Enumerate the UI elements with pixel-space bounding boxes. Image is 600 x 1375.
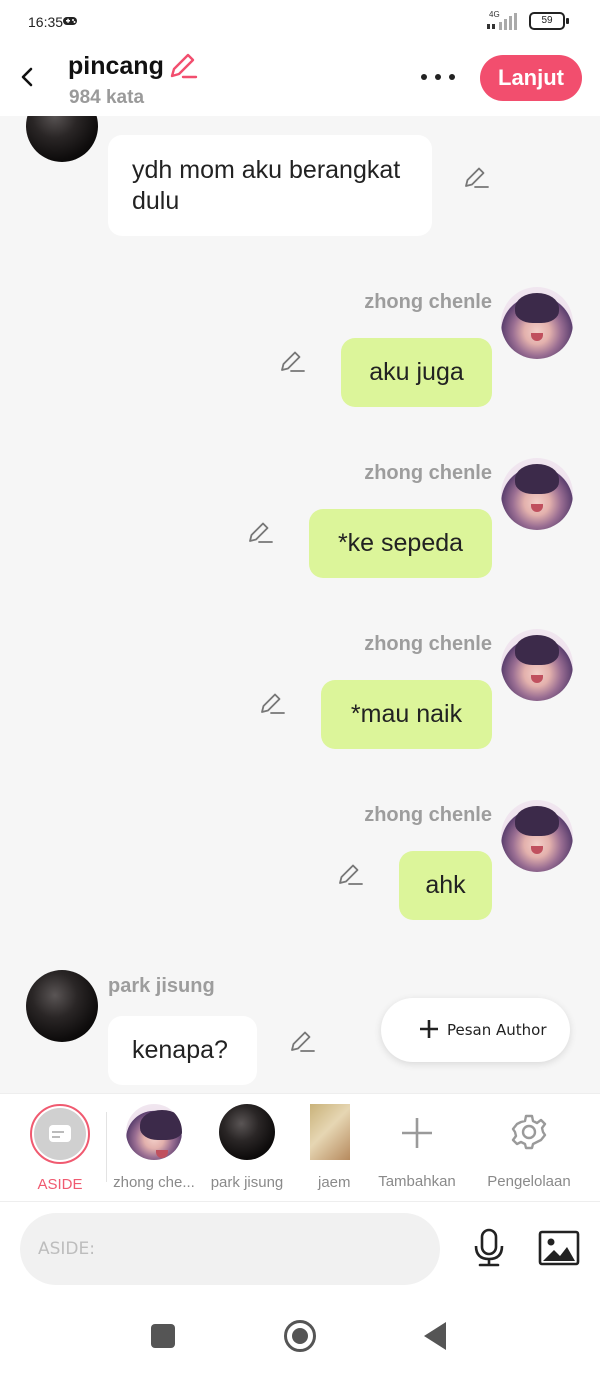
edit-message-pencil-icon[interactable] <box>337 861 363 887</box>
avatar-zhong-chenle[interactable] <box>501 629 573 701</box>
character-park-jisung[interactable]: park jisung <box>204 1104 290 1196</box>
character-avatar <box>219 1104 275 1160</box>
author-message-button[interactable]: Pesan Author <box>381 998 570 1062</box>
avatar-zhong-chenle[interactable] <box>501 800 573 872</box>
gamepad-icon <box>63 17 77 25</box>
message-bubble[interactable]: *ke sepeda <box>309 509 492 578</box>
character-label: Pengelolaan <box>487 1173 571 1190</box>
character-label: jaem <box>318 1174 350 1191</box>
edit-message-pencil-icon[interactable] <box>259 690 285 716</box>
signal-icon <box>487 13 517 30</box>
status-bar: 16:35 4G 59 <box>0 0 600 44</box>
back-arrow-icon[interactable] <box>16 62 40 92</box>
character-zhong-chenle[interactable]: zhong che... <box>108 1104 200 1196</box>
message-text: *mau naik <box>350 700 463 728</box>
message-text: *ke sepeda <box>337 529 464 557</box>
sender-name: zhong chenle <box>364 804 492 826</box>
avatar-park-jisung[interactable] <box>26 116 98 162</box>
character-aside[interactable]: ASIDE <box>22 1104 98 1196</box>
gear-icon <box>511 1114 547 1150</box>
character-label: ASIDE <box>37 1176 83 1193</box>
message-bubble[interactable]: ydh mom aku berangkat dulu <box>108 135 432 236</box>
edit-message-pencil-icon[interactable] <box>247 519 273 545</box>
add-character-button[interactable]: Tambahkan <box>370 1104 464 1196</box>
message-text: ahk <box>425 871 466 899</box>
message-bubble[interactable]: ahk <box>399 851 492 920</box>
edit-message-pencil-icon[interactable] <box>289 1028 315 1054</box>
message-bubble[interactable]: kenapa? <box>108 1016 257 1085</box>
character-label: park jisung <box>210 1174 284 1191</box>
character-bar: ASIDE zhong che... park jisung jaem Tamb… <box>0 1093 600 1202</box>
message-text: ydh mom aku berangkat dulu <box>132 155 401 215</box>
sender-name: zhong chenle <box>364 633 492 655</box>
plus-icon <box>420 1020 438 1038</box>
message-bubble[interactable]: *mau naik <box>321 680 492 749</box>
character-label: zhong che... <box>113 1174 195 1191</box>
image-icon[interactable] <box>538 1230 580 1266</box>
home-button[interactable] <box>284 1320 316 1352</box>
status-time: 16:35 <box>28 14 64 30</box>
plus-icon <box>402 1118 432 1148</box>
more-options-icon[interactable] <box>418 70 458 84</box>
avatar-zhong-chenle[interactable] <box>501 458 573 530</box>
sender-name: zhong chenle <box>364 462 492 484</box>
character-jaem[interactable]: jaem <box>310 1104 350 1196</box>
character-avatar <box>126 1104 182 1160</box>
microphone-icon[interactable] <box>472 1228 506 1268</box>
edit-title-pencil-icon[interactable] <box>168 52 198 80</box>
system-back-button[interactable] <box>424 1322 446 1350</box>
avatar-zhong-chenle[interactable] <box>501 287 573 359</box>
word-count: 984 kata <box>69 87 145 108</box>
message-text: kenapa? <box>132 1036 228 1064</box>
character-avatar <box>310 1104 350 1160</box>
author-message-label: Pesan Author <box>447 1021 547 1039</box>
sender-name: park jisung <box>108 975 215 997</box>
sender-name: zhong chenle <box>364 291 492 313</box>
edit-message-pencil-icon[interactable] <box>463 164 489 190</box>
message-text: aku juga <box>369 358 464 386</box>
aside-input[interactable] <box>20 1213 440 1285</box>
story-title: pincang <box>68 52 164 80</box>
edit-message-pencil-icon[interactable] <box>279 348 305 374</box>
next-button[interactable]: Lanjut <box>480 55 582 101</box>
avatar-park-jisung[interactable] <box>26 970 98 1042</box>
aside-avatar <box>30 1104 90 1164</box>
recent-apps-button[interactable] <box>151 1324 175 1348</box>
input-bar <box>0 1202 600 1298</box>
divider <box>106 1112 107 1182</box>
manage-characters-button[interactable]: Pengelolaan <box>484 1104 574 1196</box>
chat-area[interactable]: ydh mom aku berangkat dulu zhong chenle … <box>0 116 600 1093</box>
character-label: Tambahkan <box>378 1173 456 1190</box>
battery-indicator: 59 <box>529 12 569 30</box>
system-navigation-bar <box>0 1298 600 1375</box>
message-bubble[interactable]: aku juga <box>341 338 492 407</box>
story-header: pincang 984 kata Lanjut <box>0 44 600 116</box>
